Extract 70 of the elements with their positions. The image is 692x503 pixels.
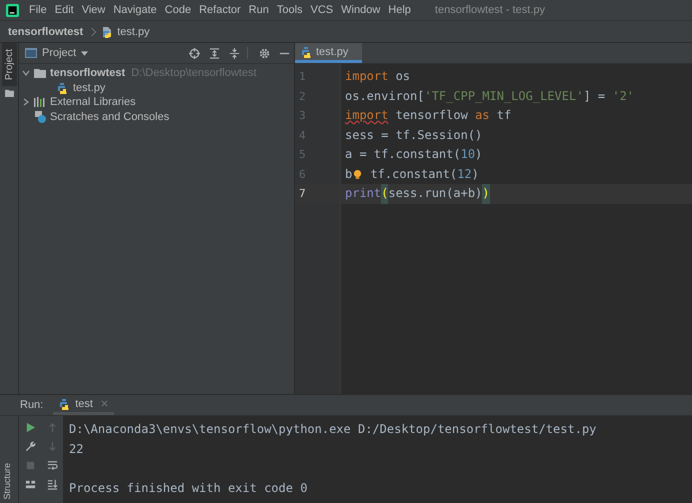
console-line: 22: [69, 440, 84, 458]
console-line: Process finished with exit code 0: [69, 480, 308, 496]
collapse-all-icon[interactable]: [229, 48, 240, 58]
app-logo-icon: [6, 4, 19, 16]
code-token: ] =: [583, 88, 606, 104]
layout-icon[interactable]: [24, 479, 36, 490]
folder-icon: [4, 89, 14, 98]
menu-item[interactable]: Help: [384, 4, 415, 16]
python-file-icon: [301, 46, 313, 58]
panel-title[interactable]: Project: [42, 47, 76, 59]
window-title: tensorflowtest - test.py: [434, 4, 545, 16]
code-token: print: [345, 185, 382, 202]
menu-item[interactable]: Run: [244, 4, 273, 16]
menu-item[interactable]: Navigate: [109, 4, 161, 16]
scroll-to-end-icon[interactable]: [46, 479, 58, 490]
code-token: tf: [496, 107, 512, 124]
python-file-icon: [101, 26, 114, 38]
menu-item[interactable]: VCS: [306, 4, 338, 16]
breadcrumb-item[interactable]: test.py: [117, 26, 150, 38]
code-token: b: [345, 166, 352, 182]
library-icon: [34, 96, 46, 108]
code-token: sess.run(a+b): [388, 185, 482, 202]
code-token: import: [345, 68, 388, 85]
project-tool-tab[interactable]: Project: [2, 43, 16, 86]
menu-item[interactable]: Refactor: [195, 4, 245, 16]
folder-icon: [34, 67, 46, 80]
expand-all-icon[interactable]: [209, 48, 220, 58]
python-file-icon: [57, 82, 69, 94]
code-token: os.environ[: [345, 88, 424, 104]
window-icon: [25, 47, 37, 59]
code-token: 12: [457, 166, 472, 182]
code-token: 10: [460, 146, 476, 163]
code-token: 'TF_CPP_MIN_LOG_LEVEL': [424, 88, 584, 105]
menu-item[interactable]: File: [25, 4, 51, 16]
wrench-icon[interactable]: [24, 441, 36, 452]
lightbulb-icon[interactable]: [353, 168, 362, 180]
play-icon[interactable]: [24, 422, 36, 433]
code-token: ): [482, 184, 490, 204]
breadcrumb-item[interactable]: tensorflowtest: [8, 26, 84, 38]
dropdown-caret-icon[interactable]: [81, 50, 88, 56]
console-line: D:\Anaconda3\envs\tensorflow\python.exe D:/Desktop/tensorflowtest/test.py: [69, 421, 598, 438]
editor-tab[interactable]: test.py: [295, 43, 362, 63]
settings-icon[interactable]: [259, 48, 270, 58]
run-label: Run:: [20, 399, 44, 411]
menu-item[interactable]: Code: [160, 4, 196, 16]
line-number: 7: [295, 184, 340, 204]
code-token: sess = tf.Session(): [345, 126, 482, 144]
structure-tool-tab[interactable]: Structure: [0, 460, 18, 503]
tree-item[interactable]: External Libraries: [50, 96, 136, 108]
code-token: os: [394, 68, 410, 85]
code-token: as: [475, 107, 490, 124]
tree-item[interactable]: Scratches and Consoles: [50, 110, 170, 123]
scratches-icon: [34, 110, 46, 123]
code-token: '2': [612, 88, 634, 104]
code-token: tensorflow: [394, 107, 469, 124]
soft-wrap-icon[interactable]: [46, 460, 58, 471]
code-token: a = tf.constant(: [345, 146, 461, 163]
code-token: (: [381, 184, 388, 204]
menu-item[interactable]: Edit: [50, 4, 78, 16]
menu-item[interactable]: Tools: [272, 4, 307, 16]
code-token: ): [472, 166, 479, 182]
tree-item[interactable]: tensorflowtest: [50, 67, 126, 80]
code-token: import: [345, 107, 388, 124]
code-token: ): [475, 146, 482, 163]
menu-item[interactable]: Window: [337, 4, 384, 16]
menu-item[interactable]: View: [78, 4, 110, 16]
code-token: tf.constant(: [369, 166, 458, 182]
tree-item[interactable]: test.py: [73, 82, 106, 94]
python-file-icon: [59, 398, 72, 410]
locate-icon[interactable]: [189, 48, 200, 58]
